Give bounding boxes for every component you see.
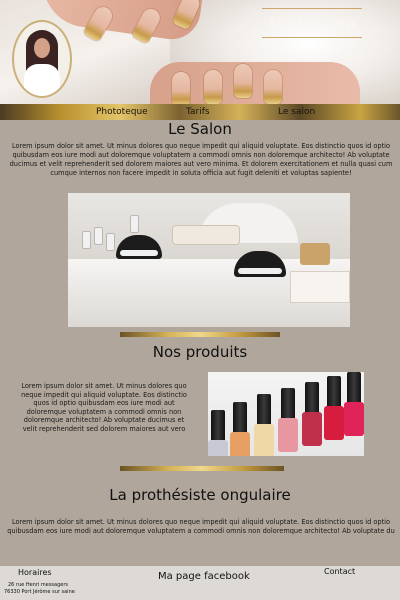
salon-bottle — [130, 215, 139, 233]
footer-facebook-link[interactable]: Ma page facebook — [158, 571, 250, 582]
hero-nail — [234, 64, 252, 98]
footer: Horaires 26 rue Henri messagers 76330 Po… — [0, 566, 400, 600]
footer-address-line1: 26 rue Henri messagers — [8, 582, 69, 588]
gold-divider — [120, 466, 284, 471]
salon-text: Lorem ipsum dolor sit amet. Ut minus dol… — [9, 142, 393, 177]
footer-horaires-link[interactable]: Horaires — [18, 568, 52, 577]
polish-bottle — [324, 376, 344, 440]
nav-item-le-salon[interactable]: Le salon — [278, 107, 315, 117]
main-nav: Phototeque Tarifs Le salon — [0, 106, 400, 120]
hero-nail — [204, 70, 222, 104]
salon-photo — [68, 193, 350, 327]
salon-bottle — [94, 227, 103, 245]
salon-title: Le Salon — [168, 120, 232, 138]
polish-bottle — [230, 402, 250, 456]
nav-item-tarifs[interactable]: Tarifs — [186, 107, 210, 117]
footer-address-line2: 76330 Port Jérôme sur saine — [4, 589, 75, 595]
salon-uv-lamp — [116, 235, 162, 259]
nav-item-phototeque[interactable]: Phototeque — [96, 107, 148, 117]
polish-bottle — [302, 382, 322, 446]
hero-nail — [264, 70, 282, 104]
polish-bottle — [344, 372, 364, 436]
produits-title: Nos produits — [152, 343, 248, 361]
prothesiste-title: La prothésiste ongulaire — [109, 486, 291, 504]
salon-bottle — [82, 231, 91, 249]
polish-bottle — [254, 394, 274, 456]
hero-banner: Nail Siana — [0, 0, 400, 108]
polish-bottle — [208, 410, 228, 456]
salon-owner-avatar — [12, 20, 72, 98]
polish-bottle — [278, 388, 298, 452]
prothesiste-text: Lorem ipsum dolor sit amet. Ut minus dol… — [7, 518, 395, 535]
hero-nail — [172, 72, 190, 106]
salon-bottle — [106, 233, 115, 251]
footer-contact-link[interactable]: Contact — [324, 567, 355, 576]
salon-box — [290, 271, 350, 303]
salon-basket — [300, 243, 330, 265]
produits-text: Lorem ipsum dolor sit amet. Ut minus dol… — [21, 382, 187, 433]
gold-divider — [120, 332, 280, 337]
salon-uv-lamp — [234, 251, 286, 277]
produits-photo — [208, 372, 364, 456]
salon-hand-rest — [172, 225, 240, 245]
brand-logo-text[interactable]: Nail Siana — [262, 8, 362, 38]
